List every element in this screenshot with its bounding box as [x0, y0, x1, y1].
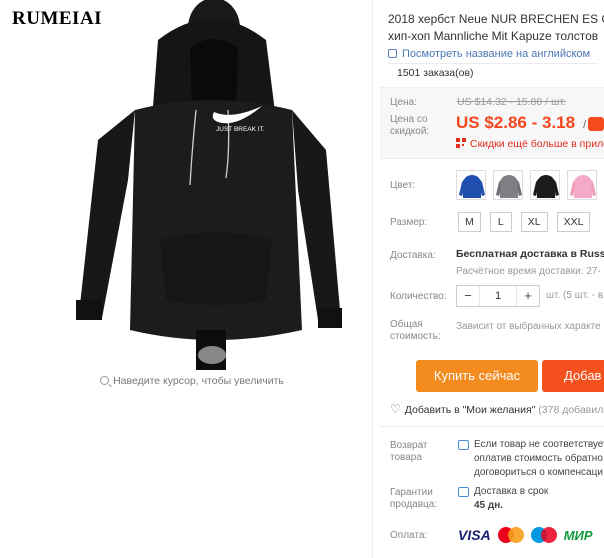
color-swatch-black[interactable]: [530, 170, 560, 200]
qr-code-icon: [456, 138, 466, 148]
size-option-m[interactable]: M: [458, 212, 481, 232]
guarantee-label-line-1: Гарантии: [390, 487, 433, 498]
brand-logo: RUMEIAI: [12, 8, 103, 29]
returns-info: Если товар не соответствует оплатив стои…: [474, 438, 604, 480]
orders-count-text: 1501 заказа(ов): [397, 67, 474, 79]
app-discount-promo[interactable]: Скидки ещё больше в прило: [456, 138, 604, 150]
size-label: Размер:: [390, 217, 428, 228]
translate-title-text: Посмотреть название на английском: [402, 48, 591, 60]
shipping-method[interactable]: Бесплатная доставка в Russia: [456, 248, 604, 260]
quantity-stepper: − 1 +: [456, 285, 540, 307]
discount-price-label-line-1: Цена со: [390, 114, 428, 125]
mastercard-logo: [497, 527, 524, 543]
visa-logo: VISA: [458, 527, 491, 543]
payment-methods: VISA МИР: [458, 527, 593, 543]
shipping-estimate: Расчётное время доставки: 27-: [456, 266, 601, 277]
app-discount-promo-text: Скидки ещё больше в прило: [470, 138, 604, 150]
wishlist-label: Добавить в "Мои желания": [404, 404, 536, 416]
sale-price: US $2.86 - 3.18/ шт.: [456, 113, 604, 133]
size-options: M L XL XXL: [458, 212, 591, 232]
zoom-hint-text: Наведите курсор, чтобы увеличить: [113, 375, 284, 387]
maestro-logo: [530, 527, 557, 543]
quantity-label: Количество:: [390, 291, 447, 302]
mir-logo: МИР: [563, 527, 593, 543]
discount-price-label: Цена со скидкой:: [390, 114, 429, 138]
buy-now-button[interactable]: Купить сейчас: [416, 360, 538, 392]
size-option-xl[interactable]: XL: [520, 212, 548, 232]
wishlist-count: (378 добавили: [538, 404, 604, 416]
payment-label: Оплата:: [390, 530, 428, 541]
total-label-line-1: Общая: [390, 319, 423, 330]
add-to-wishlist[interactable]: ♡ Добавить в "Мои желания" (378 добавили: [390, 402, 604, 416]
hoodie-black-thumbnail: [533, 175, 559, 198]
section-divider: [380, 426, 604, 427]
sale-price-value: US $2.86 - 3.18: [456, 113, 576, 132]
color-swatches: [456, 170, 597, 200]
total-label-line-2: стоимость:: [390, 331, 441, 342]
color-swatch-gray[interactable]: [493, 170, 523, 200]
translate-title-link[interactable]: Посмотреть название на английском: [388, 48, 590, 60]
returns-info-line-1: Если товар не соответствует: [474, 439, 604, 450]
quantity-increase-button[interactable]: +: [517, 286, 539, 306]
add-to-cart-button[interactable]: Добав: [542, 360, 604, 392]
discount-tag: [588, 117, 604, 131]
returns-label-line-2: товара: [390, 452, 422, 463]
color-label: Цвет:: [390, 180, 416, 191]
guarantee-label-line-2: продавца:: [390, 499, 438, 510]
orders-count: 1501 заказа(ов): [388, 63, 598, 79]
hoodie-blue-thumbnail: [459, 175, 485, 198]
color-swatch-pink[interactable]: [567, 170, 597, 200]
quantity-decrease-button[interactable]: −: [457, 286, 479, 306]
product-details: 2018 хербст Neue NUR BRECHEN ES Ge хип-х…: [380, 0, 604, 558]
guarantee-info: Доставка в срок 45 дн.: [474, 485, 548, 513]
returns-label: Возврат товара: [390, 440, 428, 464]
guarantee-label: Гарантии продавца:: [390, 487, 437, 511]
print-text: JUST BREAK IT.: [216, 126, 265, 133]
product-title-line-2: хип-хоп Mannliche Mit Kapuze толстов: [388, 29, 599, 43]
returns-label-line-1: Возврат: [390, 440, 428, 451]
original-price: US $14.32 - 15.88 / шт.: [457, 96, 566, 108]
size-option-xxl[interactable]: XXL: [556, 212, 591, 232]
guarantee-info-line-1: Доставка в срок: [474, 486, 549, 497]
total-label: Общая стоимость:: [390, 319, 441, 343]
zoom-hint: Наведите курсор, чтобы увеличить: [0, 375, 384, 387]
magnifier-icon: [100, 376, 110, 385]
heart-plus-icon: ♡: [390, 402, 401, 416]
price-label: Цена:: [390, 97, 417, 108]
product-image-panel[interactable]: JUST BREAK IT. RUMEIAI: [0, 0, 384, 370]
product-photo[interactable]: JUST BREAK IT.: [40, 0, 380, 370]
returns-info-line-3: договориться о компенсаци: [474, 467, 603, 478]
guarantee-info-line-2: 45 дн.: [474, 500, 504, 511]
shipping-label: Доставка:: [390, 250, 436, 261]
divider: [372, 0, 373, 558]
quantity-input[interactable]: 1: [479, 286, 517, 306]
stock-available: шт. (5 шт. - в: [546, 290, 604, 301]
color-swatch-blue[interactable]: [456, 170, 486, 200]
total-value: Зависит от выбранных характе: [456, 321, 601, 332]
translate-icon: [388, 49, 397, 58]
discount-price-label-line-2: скидкой:: [390, 126, 430, 137]
size-option-l[interactable]: L: [489, 212, 512, 232]
return-policy-icon: [458, 440, 469, 450]
product-title-line-1: 2018 хербст Neue NUR BRECHEN ES Ge: [388, 12, 604, 26]
guarantee-icon: [458, 487, 469, 497]
hoodie-pink-thumbnail: [570, 175, 596, 198]
hoodie-gray-thumbnail: [496, 175, 522, 198]
returns-info-line-2: оплатив стоимость обратно: [474, 453, 603, 464]
product-title: 2018 хербст Neue NUR BRECHEN ES Ge хип-х…: [388, 11, 604, 45]
